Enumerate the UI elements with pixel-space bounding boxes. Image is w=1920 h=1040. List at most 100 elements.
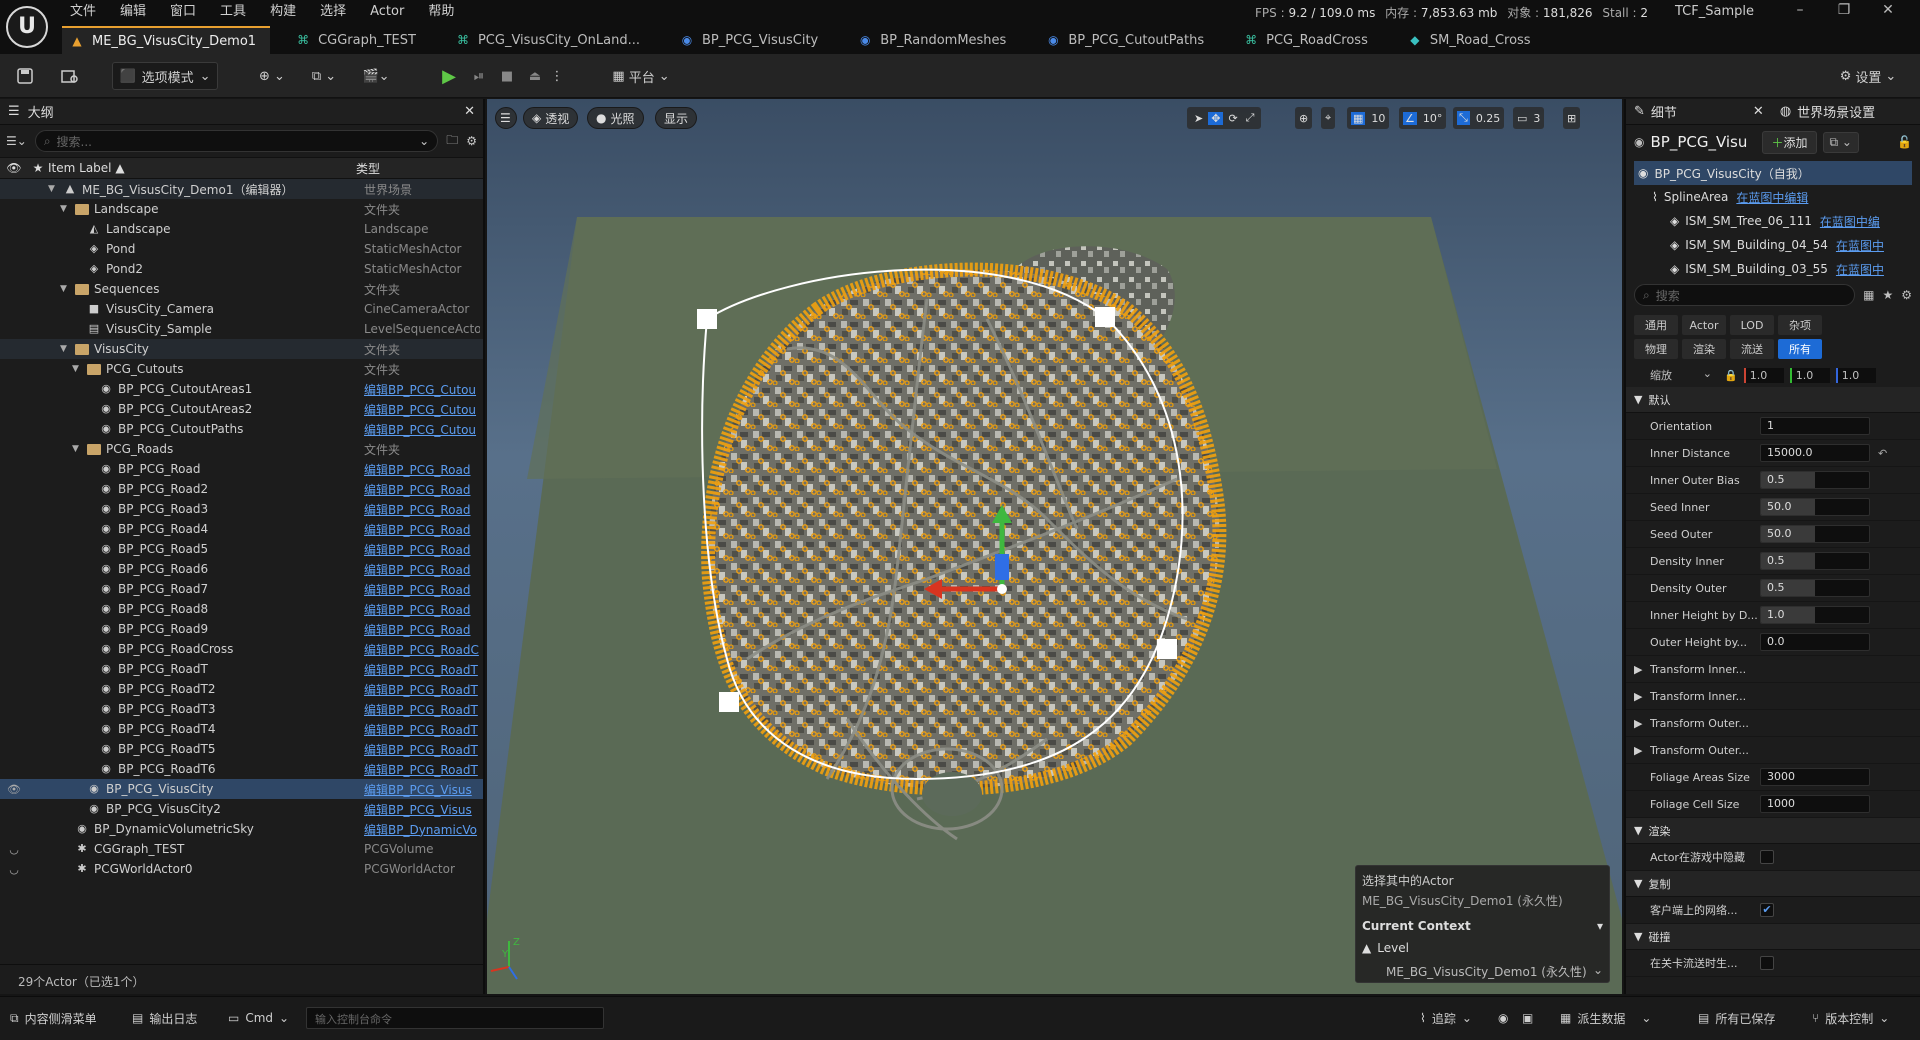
minimize-icon[interactable]: – <box>1778 2 1822 18</box>
surface-snap-icon[interactable]: ⌖ <box>1321 107 1336 129</box>
struct-row[interactable]: ▶ Transform Inner... <box>1626 656 1920 683</box>
outliner-row[interactable]: ◉ BP_PCG_Road 编辑BP_PCG_Road <box>0 459 483 479</box>
edit-blueprint-link[interactable]: 编辑BP_PCG_Road <box>364 561 480 578</box>
output-log-button[interactable]: ▤ 输出日志 <box>132 1007 197 1029</box>
outliner-row[interactable]: 👁 ◉ BP_PCG_VisusCity 编辑BP_PCG_Visus <box>0 779 483 799</box>
close-tab-icon[interactable]: ✕ <box>451 104 475 119</box>
eject-icon[interactable]: ⏏ <box>522 62 548 90</box>
outliner-row[interactable]: ◡ ✱ PCGWorldActor0 PCGWorldActor <box>0 859 483 879</box>
select-icon[interactable]: ➤ <box>1191 112 1206 125</box>
pin-column-icon[interactable]: ★ <box>28 161 48 175</box>
outliner-row[interactable]: ◉ BP_PCG_CutoutPaths 编辑BP_PCG_Cutou <box>0 419 483 439</box>
expand-arrow-icon[interactable]: ▼ <box>60 344 70 354</box>
outliner-row[interactable]: ▼ Sequences 文件夹 <box>0 279 483 299</box>
outliner-row[interactable]: ◉ BP_PCG_Road2 编辑BP_PCG_Road <box>0 479 483 499</box>
edit-blueprint-link[interactable]: 编辑BP_PCG_Visus <box>364 781 480 798</box>
document-tab[interactable]: ⌘ CGGraph_TEST <box>288 26 430 54</box>
property-value-field[interactable]: 0.5 <box>1760 579 1870 597</box>
browse-icon[interactable] <box>56 62 84 90</box>
derived-data-button[interactable]: ▦ 派生数据 ⌄ <box>1560 1007 1651 1029</box>
edit-blueprint-link[interactable]: 编辑BP_PCG_Cutou <box>364 381 480 398</box>
reset-icon[interactable]: ↶ <box>1878 447 1887 460</box>
perspective-button[interactable]: ◈ 透视 <box>523 107 579 129</box>
outliner-row[interactable]: ◉ BP_PCG_RoadT6 编辑BP_PCG_RoadT <box>0 759 483 779</box>
unreal-logo[interactable]: U <box>6 6 48 48</box>
settings-button[interactable]: ⚙ 设置 ⌄ <box>1830 62 1906 90</box>
filter-chip[interactable]: 流送 <box>1730 339 1774 359</box>
document-tab[interactable]: ◉ BP_PCG_VisusCity <box>672 26 832 54</box>
outliner-row[interactable]: ◈ Pond2 StaticMeshActor <box>0 259 483 279</box>
expand-arrow-icon[interactable]: ▼ <box>48 184 58 194</box>
outliner-row[interactable]: ◈ Pond StaticMeshActor <box>0 239 483 259</box>
restore-icon[interactable]: ❐ <box>1822 2 1866 18</box>
edit-blueprint-link[interactable]: 编辑BP_PCG_Visus <box>364 801 480 818</box>
edit-in-blueprint-link[interactable]: 在蓝图中 <box>1836 237 1884 254</box>
add-actor-button[interactable]: ⊕ ⌄ <box>252 62 292 90</box>
lock-icon[interactable]: 🔒 <box>1724 369 1738 382</box>
close-icon[interactable]: ✕ <box>1866 2 1910 18</box>
edit-blueprint-link[interactable]: 编辑BP_PCG_Road <box>364 461 480 478</box>
edit-blueprint-link[interactable]: 编辑BP_PCG_Road <box>364 501 480 518</box>
document-tab[interactable]: ◆ SM_Road_Cross <box>1400 26 1545 54</box>
struct-row[interactable]: ▶ Transform Inner... <box>1626 683 1920 710</box>
edit-blueprint-link[interactable]: 编辑BP_PCG_RoadT <box>364 741 480 758</box>
document-tab[interactable]: ⌘ PCG_VisusCity_OnLand... <box>448 26 654 54</box>
category-replication[interactable]: ▼ 复制 <box>1626 871 1920 897</box>
outliner-row[interactable]: ▼ PCG_Roads 文件夹 <box>0 439 483 459</box>
scale-y-field[interactable]: 1.0 <box>1789 367 1830 383</box>
edit-in-blueprint-link[interactable]: 在蓝图中编辑 <box>1736 189 1808 206</box>
rotate-icon[interactable]: ⟳ <box>1225 112 1240 125</box>
scale-x-field[interactable]: 1.0 <box>1743 367 1784 383</box>
edit-blueprint-link[interactable]: 编辑BP_PCG_Road <box>364 601 480 618</box>
world-local-icon[interactable]: ⊕ <box>1295 107 1313 129</box>
layout-icon[interactable]: ⊞ <box>1563 107 1581 129</box>
lock-icon[interactable]: 🔓 <box>1897 135 1912 149</box>
outliner-row[interactable]: ◉ BP_DynamicVolumetricSky 编辑BP_DynamicVo <box>0 819 483 839</box>
scene-render[interactable]: Z Y <box>487 99 1622 994</box>
property-value-field[interactable]: 0.5 <box>1760 471 1870 489</box>
stop-icon[interactable]: ■ <box>494 62 520 90</box>
play-icon[interactable]: ▶ <box>436 62 462 90</box>
play-options-icon[interactable]: ⋮ <box>550 62 564 90</box>
outliner-row[interactable]: ◉ BP_PCG_Road6 编辑BP_PCG_Road <box>0 559 483 579</box>
edit-in-blueprint-link[interactable]: 在蓝图中 <box>1836 261 1884 278</box>
category-collision[interactable]: ▼ 碰撞 <box>1626 924 1920 950</box>
outliner-row[interactable]: ◉ BP_PCG_RoadT 编辑BP_PCG_RoadT <box>0 659 483 679</box>
edit-blueprint-link[interactable]: 编辑BP_PCG_Road <box>364 481 480 498</box>
blueprint-options-button[interactable]: ⧉ ⌄ <box>1822 131 1859 153</box>
outliner-row[interactable]: ◉ BP_PCG_Road8 编辑BP_PCG_Road <box>0 599 483 619</box>
details-search-input[interactable]: ⌕ 搜索 <box>1634 284 1856 306</box>
outliner-row[interactable]: ▼ Landscape 文件夹 <box>0 199 483 219</box>
outliner-row[interactable]: ◉ BP_PCG_RoadT2 编辑BP_PCG_RoadT <box>0 679 483 699</box>
menu-item[interactable]: 文件 <box>58 2 108 22</box>
menu-item[interactable]: 编辑 <box>108 2 158 22</box>
current-context-header[interactable]: Current Context ▾ <box>1362 919 1603 933</box>
outliner-row[interactable]: ◉ BP_PCG_RoadT5 编辑BP_PCG_RoadT <box>0 739 483 759</box>
menu-item[interactable]: 帮助 <box>416 2 466 22</box>
step-icon[interactable]: ⏯ <box>466 62 492 90</box>
struct-row[interactable]: ▶ Transform Outer... <box>1626 710 1920 737</box>
expand-arrow-icon[interactable]: ▼ <box>72 364 82 374</box>
spline-point[interactable] <box>1157 639 1177 659</box>
edit-blueprint-link[interactable]: 编辑BP_PCG_RoadT <box>364 681 480 698</box>
level-dropdown[interactable]: ME_BG_VisusCity_Demo1 (永久性) ⌄ <box>1386 963 1603 980</box>
save-all-button[interactable]: ▤ 所有已保存 <box>1698 1007 1775 1029</box>
spline-point[interactable] <box>1095 307 1115 327</box>
hidden-eye-icon[interactable]: ◡ <box>0 863 28 876</box>
collision-checkbox[interactable] <box>1760 956 1774 970</box>
hide-in-game-checkbox[interactable] <box>1760 850 1774 864</box>
grid-snap-button[interactable]: ▦ 10 <box>1347 107 1390 129</box>
menu-item[interactable]: 窗口 <box>158 2 208 22</box>
replicate-checkbox[interactable]: ✔ <box>1760 903 1774 917</box>
menu-item[interactable]: 构建 <box>258 2 308 22</box>
edit-blueprint-link[interactable]: 编辑BP_PCG_RoadC <box>364 641 480 658</box>
outliner-row[interactable]: ◉ BP_PCG_Road5 编辑BP_PCG_Road <box>0 539 483 559</box>
save-icon[interactable] <box>12 62 38 90</box>
record-icon[interactable]: ◉ <box>1498 1007 1508 1029</box>
edit-in-blueprint-link[interactable]: 在蓝图中编 <box>1820 213 1880 230</box>
outliner-row[interactable]: ◉ BP_PCG_RoadT4 编辑BP_PCG_RoadT <box>0 719 483 739</box>
platform-button[interactable]: ▦ 平台 ⌄ <box>604 62 678 90</box>
document-tab[interactable]: ◉ BP_RandomMeshes <box>850 26 1020 54</box>
expand-arrow-icon[interactable]: ▼ <box>72 444 82 454</box>
property-value-field[interactable]: 0.0 <box>1760 633 1870 651</box>
